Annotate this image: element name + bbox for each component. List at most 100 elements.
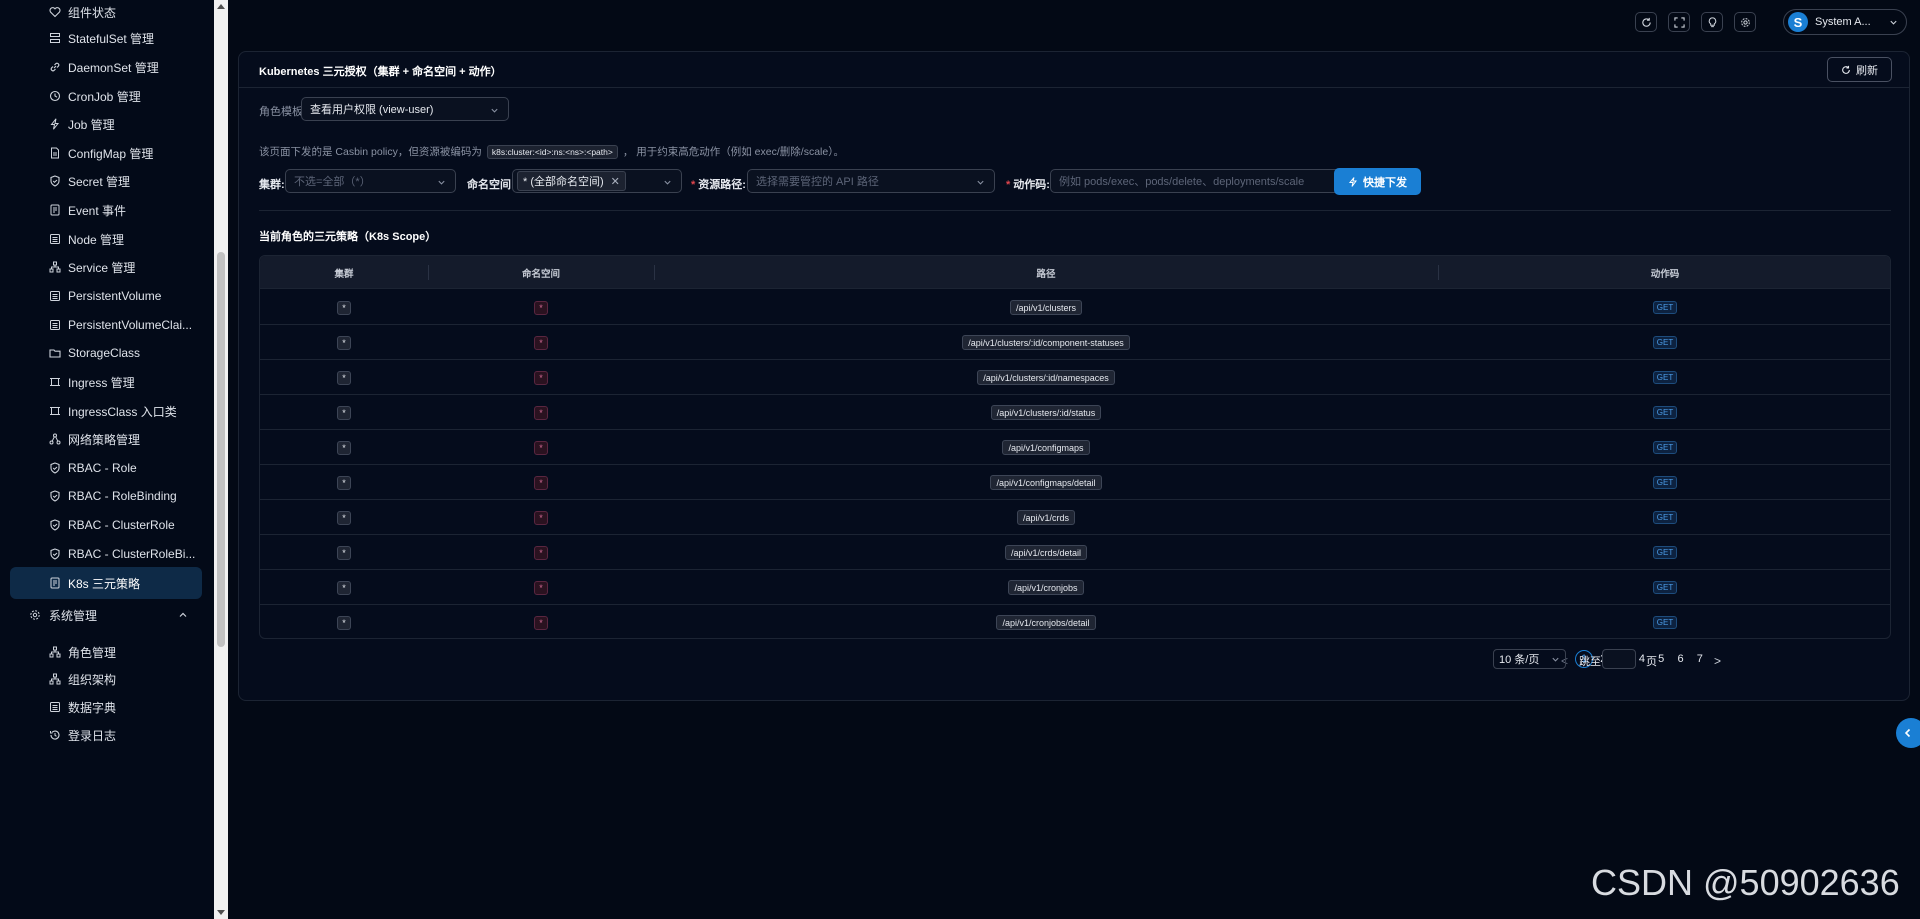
- cell-namespace: *: [428, 570, 654, 605]
- role-template-select[interactable]: 查看用户权限 (view-user): [301, 97, 509, 121]
- sidebar-item[interactable]: DaemonSet 管理: [10, 51, 202, 83]
- cell-cluster: *: [260, 290, 428, 325]
- sidebar-item[interactable]: Secret 管理: [10, 165, 202, 197]
- cell-namespace: *: [428, 535, 654, 570]
- cell-action: GET: [1438, 430, 1890, 465]
- action-tag: GET: [1652, 371, 1678, 384]
- user-menu[interactable]: S System A...: [1783, 9, 1907, 35]
- path-tag: /api/v1/clusters/:id/component-statuses: [962, 335, 1130, 350]
- table-row[interactable]: * * /api/v1/clusters/:id/status GET: [260, 395, 1890, 430]
- action-tag: GET: [1652, 616, 1678, 629]
- cluster-tag: *: [337, 335, 351, 350]
- table-row[interactable]: * * /api/v1/clusters/:id/component-statuse…: [260, 325, 1890, 360]
- shield-icon: [49, 548, 61, 560]
- path-placeholder: 选择需要管控的 API 路径: [756, 176, 879, 188]
- action-tag: GET: [1652, 511, 1678, 524]
- cluster-select[interactable]: 不选=全部（*）: [285, 169, 456, 193]
- sidebar-item[interactable]: K8s 三元策略: [10, 567, 202, 599]
- cell-action: GET: [1438, 395, 1890, 430]
- table-row[interactable]: * * /api/v1/configmaps GET: [260, 430, 1890, 465]
- path-select[interactable]: 选择需要管控的 API 路径: [747, 169, 995, 193]
- scrollbar-thumb[interactable]: [217, 252, 225, 647]
- path-tag: /api/v1/clusters/:id/namespaces: [977, 370, 1115, 385]
- table-row[interactable]: * * /api/v1/cronjobs/detail GET: [260, 605, 1890, 638]
- settings-button[interactable]: [1734, 12, 1756, 32]
- card-header: Kubernetes 三元授权（集群 + 命名空间 + 动作） 刷新: [239, 52, 1909, 88]
- sidebar-item-label: 角色管理: [68, 645, 117, 660]
- scroll-down-arrow[interactable]: [217, 910, 225, 915]
- next-page-button[interactable]: >: [1714, 654, 1721, 668]
- action-select[interactable]: 例如 pods/exec、pods/delete、deployments/sca…: [1050, 169, 1363, 193]
- reload-button[interactable]: [1635, 12, 1657, 32]
- action-label-wrap: * 动作码:: [1006, 179, 1050, 191]
- table-row[interactable]: * * /api/v1/crds/detail GET: [260, 535, 1890, 570]
- sidebar-item-label: StatefulSet 管理: [68, 31, 155, 46]
- cluster-label: 集群:: [259, 179, 285, 191]
- sidebar-item[interactable]: PersistentVolume: [10, 280, 202, 312]
- cell-action: GET: [1438, 360, 1890, 395]
- path-tag: /api/v1/cronjobs/detail: [996, 615, 1096, 630]
- th-path: 路径: [1036, 268, 1056, 280]
- sidebar-item-label: CronJob 管理: [68, 89, 141, 104]
- action-tag: GET: [1652, 301, 1678, 314]
- sidebar-scrollbar[interactable]: [214, 0, 228, 919]
- refresh-icon: [1842, 65, 1850, 74]
- bolt-icon: [49, 118, 61, 130]
- table-row[interactable]: * * /api/v1/cronjobs GET: [260, 570, 1890, 605]
- cell-path: /api/v1/clusters/:id/component-statuses: [654, 325, 1438, 360]
- sidebar-item[interactable]: RBAC - ClusterRole: [10, 509, 202, 541]
- sidebar-item[interactable]: Service 管理: [10, 251, 202, 283]
- sidebar-item[interactable]: Event 事件: [10, 194, 202, 226]
- sidebar-item[interactable]: Ingress 管理: [10, 366, 202, 398]
- sidebar-item[interactable]: 网络策略管理: [10, 423, 202, 455]
- sidebar-item[interactable]: RBAC - RoleBinding: [10, 480, 202, 512]
- cell-path: /api/v1/clusters/:id/namespaces: [654, 360, 1438, 395]
- action-tag: GET: [1652, 546, 1678, 559]
- cell-action: GET: [1438, 605, 1890, 638]
- reload-icon: [1641, 17, 1651, 27]
- sidebar-item[interactable]: RBAC - ClusterRoleBi...: [10, 538, 202, 570]
- refresh-label: 刷新: [1856, 64, 1878, 77]
- cell-namespace: *: [428, 395, 654, 430]
- lightbulb-icon: [1708, 16, 1716, 27]
- namespace-select[interactable]: * (全部命名空间) ✕: [512, 169, 682, 193]
- tips-button[interactable]: [1701, 12, 1723, 32]
- fullscreen-button[interactable]: [1668, 12, 1690, 32]
- jump-page-input[interactable]: [1602, 649, 1636, 669]
- sidebar-sub-item[interactable]: 登录日志: [10, 719, 202, 751]
- table-row[interactable]: * * /api/v1/crds GET: [260, 500, 1890, 535]
- quick-apply-button[interactable]: 快捷下发: [1334, 168, 1421, 195]
- page-title: Kubernetes 三元授权（集群 + 命名空间 + 动作）: [259, 66, 502, 78]
- cell-namespace: *: [428, 430, 654, 465]
- user-name: System A...: [1815, 16, 1871, 28]
- cell-path: /api/v1/clusters/:id/status: [654, 395, 1438, 430]
- chevron-down-icon: [438, 180, 445, 185]
- th-cluster: 集群: [334, 268, 354, 280]
- fullscreen-icon: [1673, 16, 1685, 28]
- cluster-tag: *: [337, 475, 351, 490]
- collapse-panel-button[interactable]: [1896, 718, 1920, 748]
- page-size-select[interactable]: 10 条/页: [1493, 649, 1566, 669]
- path-tag: /api/v1/clusters/:id/status: [990, 405, 1102, 420]
- sidebar-item[interactable]: StorageClass: [10, 337, 202, 369]
- page-button[interactable]: 6: [1672, 650, 1690, 668]
- table-row[interactable]: * * /api/v1/clusters/:id/namespaces GET: [260, 360, 1890, 395]
- table-row[interactable]: * * /api/v1/clusters GET: [260, 290, 1890, 325]
- page-button[interactable]: 7: [1691, 650, 1709, 668]
- cell-path: /api/v1/cronjobs: [654, 570, 1438, 605]
- table-row[interactable]: * * /api/v1/configmaps/detail GET: [260, 465, 1890, 500]
- cell-namespace: *: [428, 360, 654, 395]
- cell-namespace: *: [428, 605, 654, 638]
- refresh-button[interactable]: 刷新: [1827, 57, 1892, 82]
- action-tag: GET: [1652, 336, 1678, 349]
- sidebar-item[interactable]: StatefulSet 管理: [10, 22, 202, 54]
- cell-path: /api/v1/configmaps: [654, 430, 1438, 465]
- scroll-up-arrow[interactable]: [217, 4, 225, 9]
- sidebar-group-system[interactable]: 系统管理: [10, 598, 202, 632]
- chevron-down-icon: [977, 180, 984, 185]
- sidebar-item-label: 组件状态: [68, 5, 117, 20]
- sidebar-item[interactable]: Job 管理: [10, 108, 202, 140]
- list-icon: [49, 319, 61, 331]
- close-icon[interactable]: ✕: [611, 175, 620, 188]
- namespace-tag: *: [534, 510, 548, 525]
